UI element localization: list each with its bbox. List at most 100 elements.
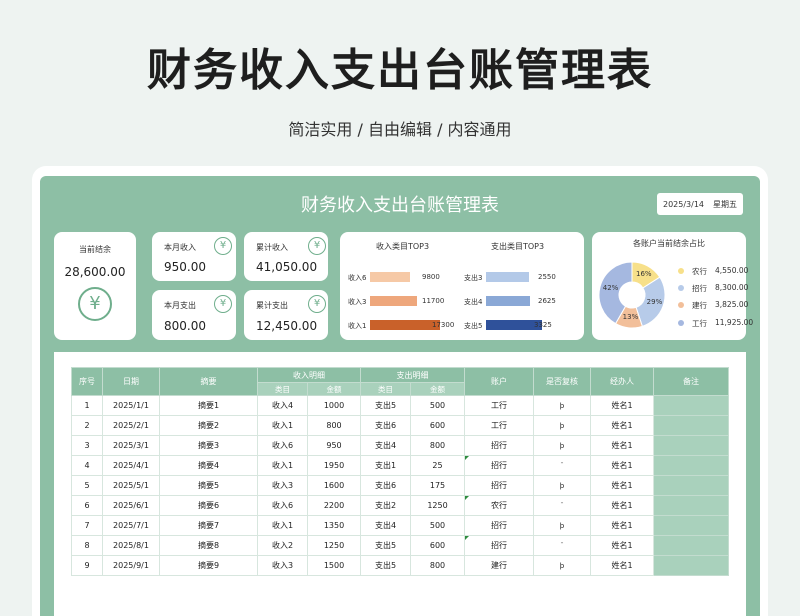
cell-remark[interactable] [653,435,729,456]
cell-audited[interactable]: þ [533,475,591,496]
cell-out-amt[interactable]: 600 [410,535,465,556]
cell-in-cat[interactable]: 收入1 [257,455,308,476]
table-row[interactable]: 5 2025/5/1 摘要5 收入3 1600 支出6 175 招行 þ 姓名1 [71,475,729,496]
cell-out-cat[interactable]: 支出6 [360,415,411,436]
cell-account[interactable]: 招行 [464,515,534,536]
table-row[interactable]: 8 2025/8/1 摘要8 收入2 1250 支出5 600 招行 ¨ 姓名1 [71,535,729,556]
table-row[interactable]: 7 2025/7/1 摘要7 收入1 1350 支出4 500 招行 þ 姓名1 [71,515,729,536]
cell-remark[interactable] [653,475,729,496]
cell-audited[interactable]: þ [533,555,591,576]
cell-remark[interactable] [653,495,729,516]
cell-audited[interactable]: ¨ [533,495,591,516]
cell-seq[interactable]: 2 [71,415,103,436]
cell-handler[interactable]: 姓名1 [590,435,654,456]
cell-seq[interactable]: 5 [71,475,103,496]
cell-out-cat[interactable]: 支出6 [360,475,411,496]
cell-handler[interactable]: 姓名1 [590,515,654,536]
cell-in-amt[interactable]: 1600 [307,475,361,496]
cell-out-amt[interactable]: 500 [410,395,465,416]
cell-audited[interactable]: þ [533,395,591,416]
cell-date[interactable]: 2025/4/1 [102,455,160,476]
cell-account[interactable]: 工行 [464,415,534,436]
cell-in-cat[interactable]: 收入1 [257,515,308,536]
cell-remark[interactable] [653,415,729,436]
table-row[interactable]: 3 2025/3/1 摘要3 收入6 950 支出4 800 招行 þ 姓名1 [71,435,729,456]
cell-summary[interactable]: 摘要1 [159,395,258,416]
cell-summary[interactable]: 摘要5 [159,475,258,496]
cell-summary[interactable]: 摘要3 [159,435,258,456]
cell-account[interactable]: 招行 [464,455,534,476]
cell-account[interactable]: 工行 [464,395,534,416]
cell-handler[interactable]: 姓名1 [590,395,654,416]
cell-date[interactable]: 2025/3/1 [102,435,160,456]
cell-out-amt[interactable]: 800 [410,555,465,576]
cell-in-cat[interactable]: 收入6 [257,435,308,456]
cell-remark[interactable] [653,555,729,576]
cell-out-amt[interactable]: 1250 [410,495,465,516]
cell-handler[interactable]: 姓名1 [590,495,654,516]
cell-audited[interactable]: ¨ [533,455,591,476]
cell-in-amt[interactable]: 950 [307,435,361,456]
cell-out-cat[interactable]: 支出5 [360,555,411,576]
cell-account[interactable]: 建行 [464,555,534,576]
cell-out-cat[interactable]: 支出4 [360,435,411,456]
cell-out-amt[interactable]: 600 [410,415,465,436]
cell-in-amt[interactable]: 1250 [307,535,361,556]
cell-audited[interactable]: þ [533,435,591,456]
cell-date[interactable]: 2025/2/1 [102,415,160,436]
table-row[interactable]: 1 2025/1/1 摘要1 收入4 1000 支出5 500 工行 þ 姓名1 [71,395,729,416]
cell-in-amt[interactable]: 1350 [307,515,361,536]
cell-remark[interactable] [653,395,729,416]
cell-seq[interactable]: 1 [71,395,103,416]
cell-seq[interactable]: 8 [71,535,103,556]
cell-in-cat[interactable]: 收入6 [257,495,308,516]
cell-audited[interactable]: ¨ [533,535,591,556]
cell-remark[interactable] [653,535,729,556]
table-row[interactable]: 9 2025/9/1 摘要9 收入3 1500 支出5 800 建行 þ 姓名1 [71,555,729,576]
cell-audited[interactable]: þ [533,515,591,536]
cell-date[interactable]: 2025/1/1 [102,395,160,416]
cell-date[interactable]: 2025/9/1 [102,555,160,576]
cell-date[interactable]: 2025/8/1 [102,535,160,556]
cell-out-cat[interactable]: 支出2 [360,495,411,516]
cell-handler[interactable]: 姓名1 [590,415,654,436]
cell-in-cat[interactable]: 收入1 [257,415,308,436]
cell-out-amt[interactable]: 500 [410,515,465,536]
cell-in-amt[interactable]: 2200 [307,495,361,516]
cell-seq[interactable]: 4 [71,455,103,476]
cell-handler[interactable]: 姓名1 [590,535,654,556]
cell-audited[interactable]: þ [533,415,591,436]
cell-in-amt[interactable]: 1000 [307,395,361,416]
cell-out-cat[interactable]: 支出5 [360,535,411,556]
cell-summary[interactable]: 摘要7 [159,515,258,536]
cell-summary[interactable]: 摘要2 [159,415,258,436]
cell-in-cat[interactable]: 收入2 [257,535,308,556]
cell-handler[interactable]: 姓名1 [590,475,654,496]
cell-account[interactable]: 招行 [464,535,534,556]
cell-out-amt[interactable]: 175 [410,475,465,496]
cell-account[interactable]: 招行 [464,475,534,496]
date-box[interactable]: 2025/3/14 星期五 [657,193,743,215]
cell-date[interactable]: 2025/5/1 [102,475,160,496]
cell-out-cat[interactable]: 支出4 [360,515,411,536]
cell-seq[interactable]: 7 [71,515,103,536]
cell-summary[interactable]: 摘要4 [159,455,258,476]
cell-remark[interactable] [653,455,729,476]
cell-in-cat[interactable]: 收入4 [257,395,308,416]
cell-summary[interactable]: 摘要8 [159,535,258,556]
table-row[interactable]: 2 2025/2/1 摘要2 收入1 800 支出6 600 工行 þ 姓名1 [71,415,729,436]
cell-date[interactable]: 2025/6/1 [102,495,160,516]
cell-seq[interactable]: 6 [71,495,103,516]
cell-out-amt[interactable]: 25 [410,455,465,476]
table-row[interactable]: 6 2025/6/1 摘要6 收入6 2200 支出2 1250 农行 ¨ 姓名1 [71,495,729,516]
cell-seq[interactable]: 3 [71,435,103,456]
cell-in-amt[interactable]: 800 [307,415,361,436]
cell-handler[interactable]: 姓名1 [590,555,654,576]
table-row[interactable]: 4 2025/4/1 摘要4 收入1 1950 支出1 25 招行 ¨ 姓名1 [71,455,729,476]
cell-in-amt[interactable]: 1500 [307,555,361,576]
cell-account[interactable]: 农行 [464,495,534,516]
cell-account[interactable]: 招行 [464,435,534,456]
cell-in-cat[interactable]: 收入3 [257,475,308,496]
cell-date[interactable]: 2025/7/1 [102,515,160,536]
cell-out-cat[interactable]: 支出1 [360,455,411,476]
